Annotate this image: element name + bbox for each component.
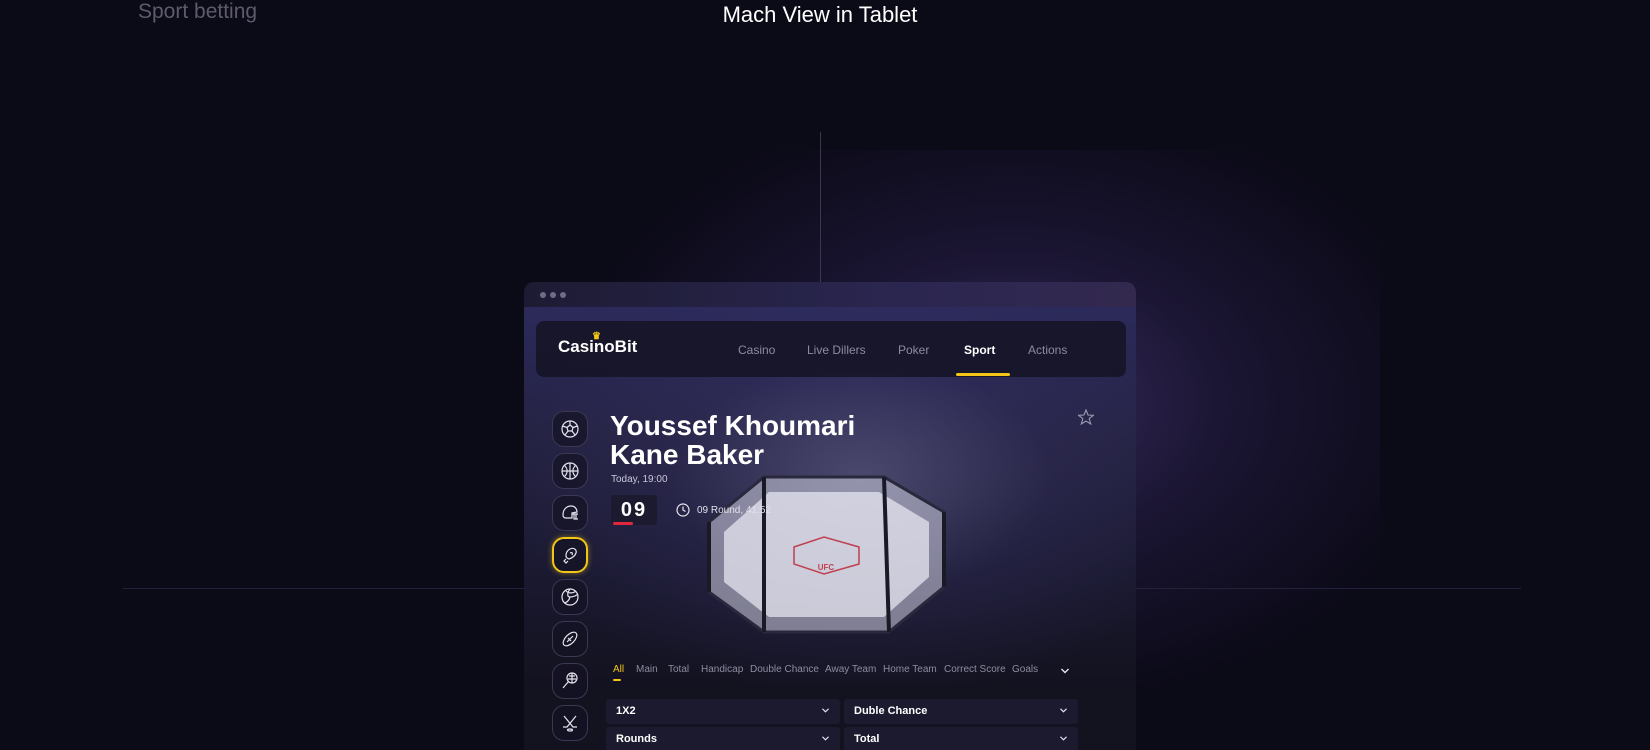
soccer-ball-icon <box>561 420 579 438</box>
page-heading: Mach View in Tablet <box>722 2 918 27</box>
fighter-one-name: Youssef Khoumari <box>610 410 856 441</box>
market-total[interactable]: Total <box>844 727 1078 750</box>
tab-main[interactable]: Main <box>636 664 658 675</box>
sport-tennis-button[interactable] <box>552 663 588 699</box>
football-helmet-icon <box>562 505 578 520</box>
chevron-down-icon <box>822 736 829 741</box>
octagon-cage-illustration: UFC <box>707 475 946 634</box>
sport-basketball-button[interactable] <box>552 453 588 489</box>
tab-double-chance[interactable]: Double Chance <box>750 664 819 675</box>
clock-icon <box>676 503 690 517</box>
crown-icon: ♛ <box>592 331 601 342</box>
svg-text:UFC: UFC <box>818 563 835 572</box>
top-navbar: ♛ CasinoBit Casino Live Dillers Poker Sp… <box>536 321 1126 377</box>
tablet-top-bar <box>524 282 1136 307</box>
tablet-frame: UFC ♛ CasinoBit Casino Live Dillers Poke… <box>524 282 1136 750</box>
nav-sport[interactable]: Sport <box>964 343 995 357</box>
market-1x2[interactable]: 1X2 <box>606 699 840 724</box>
tab-active-indicator <box>613 679 621 681</box>
chevron-down-icon <box>1060 708 1067 713</box>
round-status: 09 Round, 41:52 <box>697 505 771 516</box>
tab-goals[interactable]: Goals <box>1012 664 1038 675</box>
tennis-racket-icon <box>562 672 578 689</box>
sport-american-football-button[interactable] <box>552 495 588 531</box>
match-time: Today, 19:00 <box>611 474 668 485</box>
live-indicator-bar <box>613 522 633 525</box>
app-screen: UFC ♛ CasinoBit Casino Live Dillers Poke… <box>524 307 1136 750</box>
chevron-down-icon[interactable] <box>1060 667 1070 675</box>
tab-all[interactable]: All <box>613 664 624 675</box>
market-label: 1X2 <box>616 705 636 717</box>
market-label: Rounds <box>616 733 657 745</box>
sport-hockey-button[interactable] <box>552 705 588 741</box>
nav-live-dillers[interactable]: Live Dillers <box>807 343 866 357</box>
casinobit-logo[interactable]: ♛ CasinoBit <box>558 331 637 357</box>
hockey-sticks-icon <box>563 715 577 732</box>
tab-correct-score[interactable]: Correct Score <box>944 664 1006 675</box>
boxing-glove-icon <box>563 547 577 564</box>
rugby-ball-icon <box>562 631 578 647</box>
basketball-icon <box>561 462 579 480</box>
chevron-down-icon <box>1060 736 1067 741</box>
market-label: Duble Chance <box>854 705 928 717</box>
window-dot <box>550 291 556 298</box>
chevron-down-icon <box>822 708 829 713</box>
tab-total[interactable]: Total <box>668 664 689 675</box>
tab-handicap[interactable]: Handicap <box>701 664 743 675</box>
nav-poker[interactable]: Poker <box>898 343 929 357</box>
round-counter: 09 <box>611 495 657 525</box>
window-dot <box>540 291 546 298</box>
volleyball-icon <box>561 588 579 606</box>
match-title: Youssef Khoumari Kane Baker <box>610 411 855 469</box>
sport-soccer-button[interactable] <box>552 411 588 447</box>
market-rounds[interactable]: Rounds <box>606 727 840 750</box>
sport-volleyball-button[interactable] <box>552 579 588 615</box>
sport-boxing-button[interactable] <box>552 537 588 573</box>
nav-casino[interactable]: Casino <box>738 343 775 357</box>
sport-rugby-button[interactable] <box>552 621 588 657</box>
market-label: Total <box>854 733 880 745</box>
nav-actions[interactable]: Actions <box>1028 343 1067 357</box>
window-dot <box>560 291 566 298</box>
tab-home-team[interactable]: Home Team <box>883 664 937 675</box>
fighter-two-name: Kane Baker <box>610 439 765 470</box>
favorite-star-icon[interactable] <box>1078 409 1094 425</box>
nav-active-indicator <box>956 373 1010 376</box>
market-duble-chance[interactable]: Duble Chance <box>844 699 1078 724</box>
tab-away-team[interactable]: Away Team <box>825 664 876 675</box>
